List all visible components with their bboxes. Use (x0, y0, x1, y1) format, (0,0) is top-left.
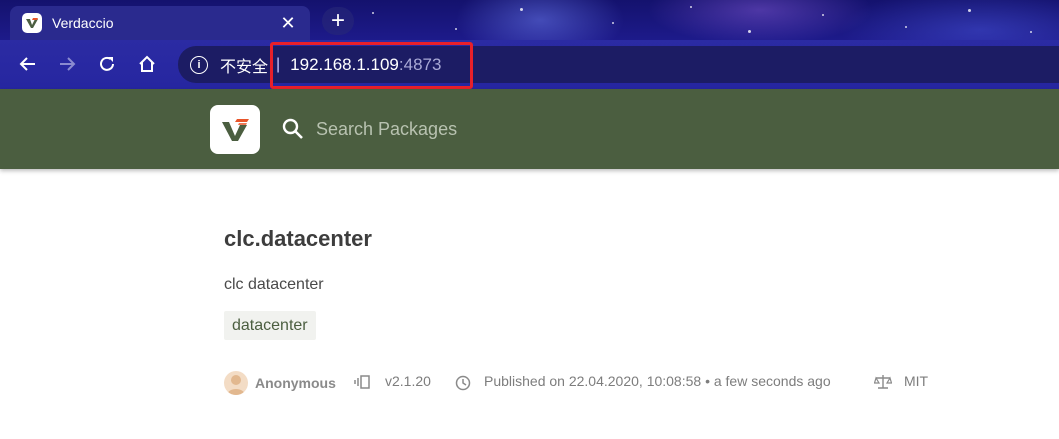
verdaccio-logo-icon[interactable] (210, 105, 260, 154)
license-scale-icon (873, 374, 893, 393)
search-input[interactable] (316, 113, 736, 145)
tab-title: Verdaccio (52, 15, 114, 31)
browser-chrome: Verdaccio ✕ + i 不安全 | 192.168.1.109:4873 (0, 0, 1059, 89)
keyword-tag[interactable]: datacenter (224, 311, 316, 340)
security-label: 不安全 (220, 58, 269, 76)
background-star (455, 28, 457, 30)
background-star (372, 12, 374, 14)
package-name[interactable]: clc.datacenter (224, 226, 372, 252)
search-icon (281, 117, 305, 141)
tab-close-icon[interactable]: ✕ (278, 13, 298, 34)
background-star (612, 22, 614, 24)
background-star (905, 26, 907, 28)
author-name: Anonymous (255, 375, 336, 391)
published-date: Published on 22.04.2020, 10:08:58 • a fe… (484, 373, 831, 389)
clock-icon (455, 375, 471, 394)
home-icon[interactable] (133, 50, 161, 78)
background-star (1030, 31, 1032, 33)
forward-icon[interactable] (53, 50, 81, 78)
background-star (968, 9, 971, 12)
browser-toolbar: i 不安全 | 192.168.1.109:4873 (0, 40, 1059, 89)
app-header (0, 89, 1059, 169)
package-version: v2.1.20 (385, 373, 431, 389)
version-icon (354, 375, 372, 392)
info-icon[interactable]: i (190, 55, 208, 74)
author-avatar (224, 371, 248, 395)
reload-icon[interactable] (93, 50, 121, 78)
url-highlight-box (270, 42, 473, 89)
package-license: MIT (904, 373, 929, 389)
back-icon[interactable] (14, 50, 42, 78)
browser-tab[interactable]: Verdaccio ✕ (10, 6, 310, 40)
background-star (690, 6, 692, 8)
background-star (748, 30, 751, 33)
package-description: clc datacenter (224, 276, 324, 293)
background-star (822, 14, 824, 16)
package-meta-row: Anonymous v2.1.20 Published on 22.04.202… (224, 369, 944, 397)
new-tab-button[interactable]: + (322, 7, 354, 35)
verdaccio-favicon-icon (22, 13, 42, 33)
background-star (520, 8, 523, 11)
